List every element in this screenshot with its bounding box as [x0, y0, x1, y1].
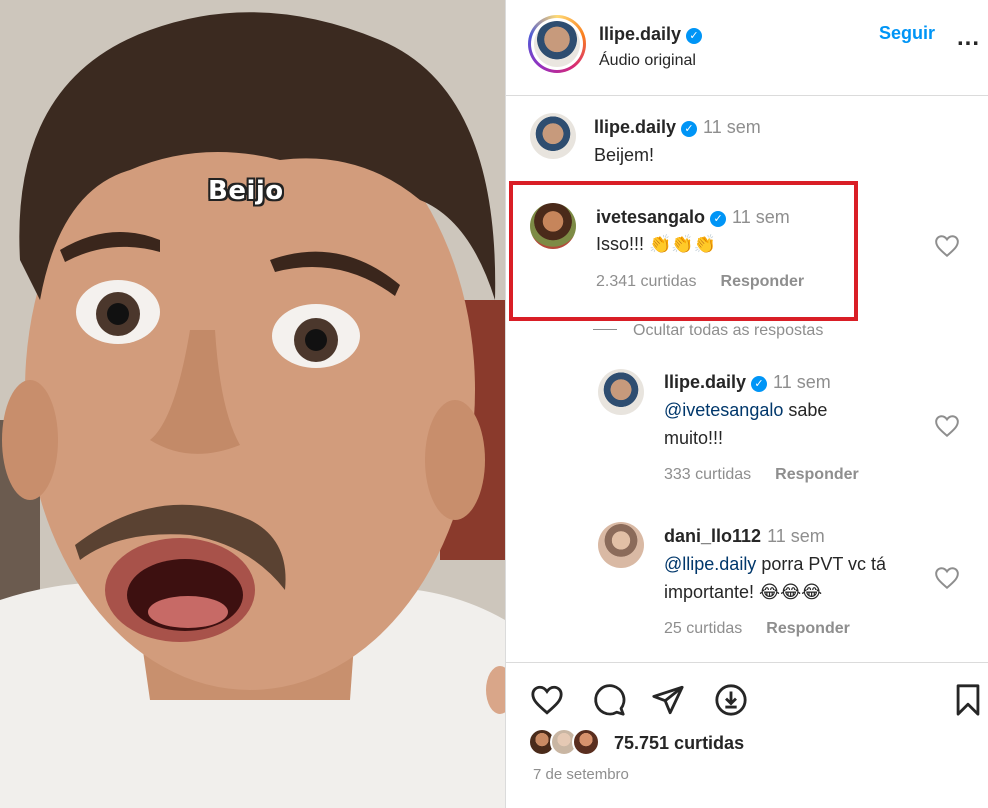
share-paper-plane-icon[interactable] — [651, 683, 685, 717]
comment-meta: 2.341 curtidas Responder — [596, 273, 804, 291]
reply-avatar[interactable] — [598, 522, 644, 568]
caption-avatar[interactable] — [530, 113, 576, 159]
caption-username-text[interactable]: llipe.daily — [594, 117, 676, 137]
media-image — [0, 0, 505, 808]
verified-icon: ✓ — [686, 28, 703, 44]
more-options-icon[interactable]: ... — [957, 26, 980, 50]
download-icon[interactable] — [714, 683, 748, 717]
reply-username[interactable]: dani_llo112 11 sem — [664, 526, 825, 547]
reply-text-line2: importante! 😂😂😂 — [664, 582, 823, 602]
follow-button[interactable]: Seguir — [879, 23, 935, 44]
post-media[interactable]: Beijo — [0, 0, 505, 808]
author-username[interactable]: llipe.daily ✓ — [599, 24, 703, 45]
comments-panel: llipe.daily ✓ Áudio original Seguir ... l… — [505, 0, 988, 808]
reply-username-text[interactable]: dani_llo112 — [664, 526, 761, 546]
comment-likes[interactable]: 2.341 curtidas — [596, 273, 697, 290]
reply-text-part: porra PVT vc tá — [756, 554, 887, 574]
reply-text: @ivetesangalo sabe muito!!! — [664, 396, 827, 452]
caption-time[interactable]: 11 sem — [703, 117, 761, 137]
hide-replies-label[interactable]: Ocultar todas as respostas — [633, 322, 823, 339]
reply-button[interactable]: Responder — [766, 620, 850, 637]
liker-avatar — [572, 728, 600, 756]
comment-username-text[interactable]: ivetesangalo — [596, 207, 705, 227]
reply-text: @llipe.daily porra PVT vc tá importante!… — [664, 550, 886, 606]
verified-icon: ✓ — [751, 376, 768, 392]
reply-button[interactable]: Responder — [721, 273, 805, 290]
like-reply-heart-icon[interactable] — [934, 414, 960, 438]
reply-text-part: sabe — [783, 400, 828, 420]
comment-time[interactable]: 11 sem — [732, 207, 790, 227]
like-comment-heart-icon[interactable] — [934, 234, 960, 258]
reply-text-line2: muito!!! — [664, 428, 724, 448]
verified-icon: ✓ — [710, 211, 727, 227]
reply-meta: 333 curtidas Responder — [664, 466, 859, 484]
reply-time[interactable]: 11 sem — [773, 372, 831, 392]
reply-avatar[interactable] — [598, 369, 644, 415]
verified-icon: ✓ — [681, 121, 698, 137]
reply-button[interactable]: Responder — [775, 466, 859, 483]
post-date[interactable]: 7 de setembro — [533, 766, 629, 783]
reply-likes[interactable]: 333 curtidas — [664, 466, 751, 483]
reply-username-text[interactable]: llipe.daily — [664, 372, 746, 392]
comment-bubble-icon[interactable] — [592, 683, 626, 717]
mention-link[interactable]: @ivetesangalo — [664, 400, 783, 420]
post-header: llipe.daily ✓ Áudio original Seguir ... — [506, 0, 988, 96]
save-bookmark-icon[interactable] — [951, 683, 985, 717]
reply-time[interactable]: 11 sem — [767, 526, 825, 546]
hide-replies-toggle[interactable]: Ocultar todas as respostas — [593, 322, 823, 340]
like-reply-heart-icon[interactable] — [934, 566, 960, 590]
author-avatar[interactable] — [528, 15, 586, 73]
reply-likes[interactable]: 25 curtidas — [664, 620, 742, 637]
reply-username[interactable]: llipe.daily ✓ 11 sem — [664, 372, 831, 393]
caption-username[interactable]: llipe.daily ✓ 11 sem — [594, 117, 761, 138]
caption-text: Beijem! — [594, 145, 655, 165]
mention-link[interactable]: @llipe.daily — [664, 554, 756, 574]
media-caption: Beijo — [208, 176, 284, 206]
reply-meta: 25 curtidas Responder — [664, 620, 850, 638]
comment-avatar[interactable] — [530, 203, 576, 249]
audio-label[interactable]: Áudio original — [599, 52, 696, 70]
post-likes-count[interactable]: 75.751 curtidas — [614, 733, 744, 754]
comment-text: Isso!!! 👏👏👏 — [596, 234, 717, 254]
author-username-text[interactable]: llipe.daily — [599, 24, 681, 44]
comment-username[interactable]: ivetesangalo ✓ 11 sem — [596, 207, 790, 228]
like-heart-icon[interactable] — [530, 683, 564, 717]
replies-divider-line — [593, 329, 617, 330]
